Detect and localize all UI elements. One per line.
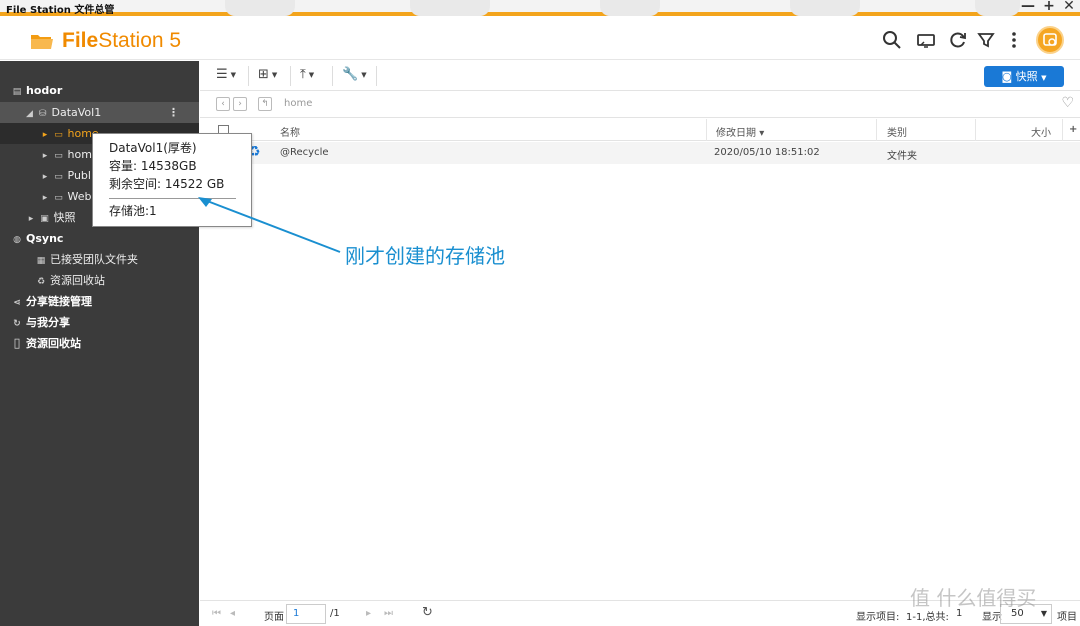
annotation-text: 刚才创建的存储池 [345,244,505,268]
first-page-button[interactable]: ⏮ [212,608,221,619]
last-page-button[interactable]: ⏭ [384,608,393,619]
watermark: 值 什么值得买 [910,586,1037,610]
refresh-icon[interactable]: ↻ [422,605,433,620]
page-label: 页面 [264,612,284,623]
items-label: 项目 [1057,612,1077,623]
caret-down-icon: ▼ [1040,609,1048,618]
display-items-label: 显示项目: [856,612,900,623]
page-input[interactable]: 1 [286,604,326,624]
prev-page-button[interactable]: ◂ [230,608,235,619]
next-page-button[interactable]: ▸ [366,608,371,619]
page-total: /1 [330,608,340,619]
annotation-arrow [198,197,341,253]
